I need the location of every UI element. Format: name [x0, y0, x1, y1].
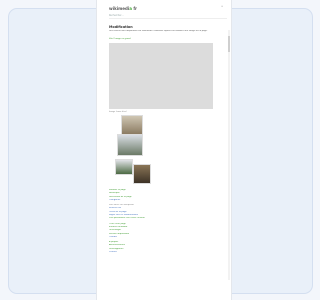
article-content: Modification Des fichiers sont disponibl…: [109, 25, 219, 254]
article-body: Des fichiers sont disponibles sur Wikime…: [109, 30, 208, 32]
top-bar: wikimedia fr ≡: [97, 4, 231, 14]
thumbnail-image[interactable]: [121, 115, 143, 135]
image-viewer[interactable]: [109, 43, 213, 109]
search-input[interactable]: Rechercher…: [109, 14, 227, 19]
thumbnail-image[interactable]: [115, 159, 133, 175]
scrollbar[interactable]: [228, 30, 230, 280]
link-item[interactable]: Licence: [109, 251, 219, 254]
thumbnail-gallery: [109, 115, 219, 187]
menu-icon[interactable]: ≡: [221, 5, 223, 8]
view-image-link[interactable]: Voir l’image en grand: [109, 38, 219, 42]
scrollbar-thumb[interactable]: [228, 36, 230, 52]
link-list: Modifier la page Historique Discussion de …: [109, 189, 219, 254]
thumbnail-image[interactable]: [117, 134, 143, 156]
mobile-page: wikimedia fr ≡ Rechercher… Modification …: [96, 0, 232, 300]
site-logo[interactable]: wikimedia fr: [109, 4, 137, 14]
logo-suffix: fr: [131, 6, 138, 11]
logo-text: wikimedi: [109, 6, 130, 11]
thumbnail-image[interactable]: [133, 164, 151, 184]
